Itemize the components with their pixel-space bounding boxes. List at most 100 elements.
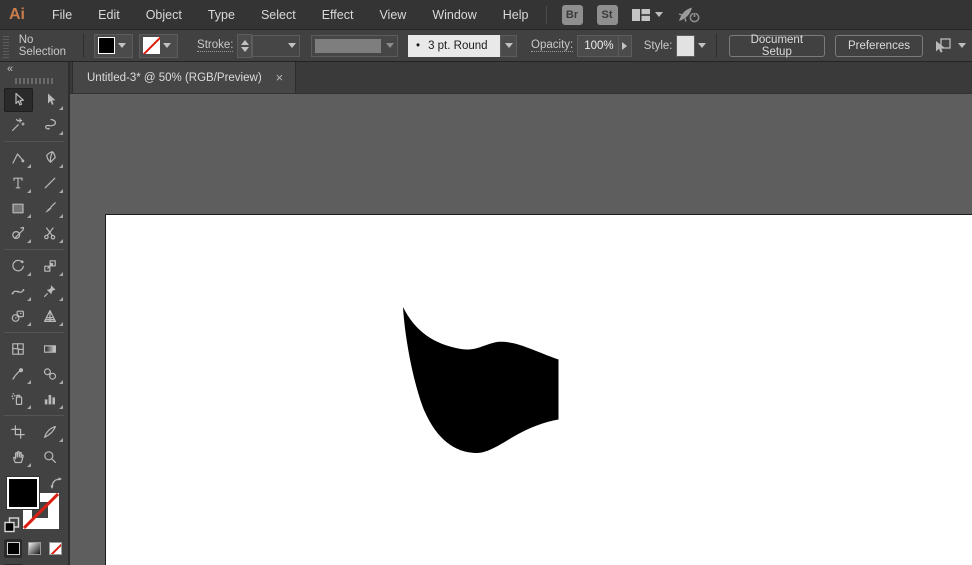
brush-preview-dot: •: [416, 40, 420, 52]
fill-proxy-swatch[interactable]: [7, 477, 39, 509]
gpu-performance-button[interactable]: [675, 5, 701, 25]
pen-tool[interactable]: [36, 146, 65, 170]
menu-edit[interactable]: Edit: [85, 0, 133, 30]
brush-name: 3 pt. Round: [428, 40, 487, 52]
direct-selection-tool[interactable]: [36, 88, 65, 112]
color-mode-gradient-button[interactable]: [25, 539, 43, 558]
swap-fill-stroke-icon[interactable]: [50, 477, 63, 490]
width-tool[interactable]: [4, 279, 33, 303]
stroke-panel-link[interactable]: Stroke:: [197, 39, 233, 52]
puppet-warp-tool[interactable]: [36, 279, 65, 303]
artwork-shape[interactable]: [403, 307, 559, 453]
perspective-grid-tool[interactable]: [36, 304, 65, 328]
artboard-icon: [10, 424, 26, 440]
shaper-icon: [10, 225, 26, 241]
tool-group-separator: [4, 415, 64, 416]
gpu-rocket-icon: [675, 5, 701, 25]
eyedropper-icon: [10, 366, 26, 382]
lasso-tool[interactable]: [36, 113, 65, 137]
collapse-panel-button[interactable]: «: [0, 62, 68, 75]
preferences-button[interactable]: Preferences: [835, 35, 923, 57]
uniform-width-profile-preview: [315, 39, 381, 53]
tab-close-button[interactable]: ×: [276, 71, 284, 84]
control-bar-grip[interactable]: [3, 34, 9, 58]
column-graph-tool[interactable]: [36, 387, 65, 411]
color-mode-fill-button[interactable]: [4, 539, 22, 558]
menu-effect[interactable]: Effect: [309, 0, 367, 30]
divider: [716, 34, 717, 58]
graphic-style-swatch[interactable]: [676, 35, 694, 57]
line-segment-icon: [42, 175, 58, 191]
stock-button[interactable]: St: [597, 5, 618, 25]
control-bar: No Selection Stroke: • 3 pt. Round: [0, 30, 972, 62]
menu-object[interactable]: Object: [133, 0, 195, 30]
document-tab[interactable]: Untitled-3* @ 50% (RGB/Preview) ×: [72, 62, 296, 93]
blend-tool[interactable]: [36, 362, 65, 386]
magic-wand-tool[interactable]: [4, 113, 33, 137]
stepper-down-icon: [241, 47, 249, 52]
stroke-weight-combo[interactable]: [252, 35, 300, 57]
none-swatch-icon: [49, 542, 62, 555]
lasso-icon: [42, 117, 58, 133]
opacity-panel-link[interactable]: Opacity:: [531, 39, 573, 52]
select-similar-options[interactable]: [932, 37, 966, 55]
menu-file[interactable]: File: [39, 0, 85, 30]
eyedropper-tool[interactable]: [4, 362, 33, 386]
menu-view[interactable]: View: [366, 0, 419, 30]
tools-panel-grip[interactable]: [15, 78, 53, 84]
tool-group-separator: [4, 332, 64, 333]
divider: [83, 34, 84, 58]
zoom-tool[interactable]: [36, 445, 65, 469]
gradient-icon: [42, 341, 58, 357]
chevron-down-icon: [288, 43, 296, 48]
workspace-switcher[interactable]: [631, 7, 663, 23]
slice-tool[interactable]: [36, 420, 65, 444]
shape-builder-icon: [10, 308, 26, 324]
document-setup-button[interactable]: Document Setup: [729, 35, 825, 57]
type-tool[interactable]: [4, 171, 33, 195]
menu-select[interactable]: Select: [248, 0, 309, 30]
line-segment-tool[interactable]: [36, 171, 65, 195]
opacity-slider-button[interactable]: [619, 35, 631, 57]
workspace-layout-icon: [631, 7, 651, 23]
paintbrush-tool[interactable]: [36, 196, 65, 220]
scale-tool[interactable]: [36, 254, 65, 278]
curvature-tool[interactable]: [4, 146, 33, 170]
chevron-down-icon[interactable]: [698, 43, 706, 48]
hand-tool[interactable]: [4, 445, 33, 469]
default-fill-stroke-icon[interactable]: [4, 517, 20, 533]
chevron-down-icon: [386, 43, 394, 48]
scissors-tool[interactable]: [36, 221, 65, 245]
hand-icon: [10, 449, 26, 465]
rotate-tool[interactable]: [4, 254, 33, 278]
menu-separator: [546, 6, 547, 24]
tool-group-separator: [4, 141, 64, 142]
slice-knife-icon: [42, 424, 58, 440]
menu-window[interactable]: Window: [419, 0, 489, 30]
fill-color-dropdown[interactable]: [94, 34, 133, 58]
menu-bar: Ai File Edit Object Type Select Effect V…: [0, 0, 972, 30]
fill-swatch: [98, 37, 115, 54]
gradient-swatch-icon: [28, 542, 41, 555]
magic-wand-icon: [10, 117, 26, 133]
selection-arrow-icon: [10, 92, 26, 108]
stroke-weight-stepper[interactable]: [237, 34, 251, 58]
canvas-pasteboard[interactable]: [70, 94, 972, 565]
artboard-tool[interactable]: [4, 420, 33, 444]
opacity-input[interactable]: 100%: [577, 35, 619, 57]
rectangle-tool[interactable]: [4, 196, 33, 220]
symbol-sprayer-tool[interactable]: [4, 387, 33, 411]
bridge-button[interactable]: Br: [562, 5, 583, 25]
gradient-tool[interactable]: [36, 337, 65, 361]
stroke-color-dropdown[interactable]: [139, 34, 178, 58]
tool-group-separator: [4, 249, 64, 250]
menu-help[interactable]: Help: [490, 0, 542, 30]
brush-definition-combo[interactable]: • 3 pt. Round: [408, 35, 517, 57]
selection-tool[interactable]: [4, 88, 33, 112]
mesh-tool[interactable]: [4, 337, 33, 361]
color-mode-none-button[interactable]: [47, 539, 65, 558]
shaper-tool[interactable]: [4, 221, 33, 245]
style-label: Style:: [644, 40, 673, 52]
shape-builder-tool[interactable]: [4, 304, 33, 328]
menu-type[interactable]: Type: [195, 0, 248, 30]
